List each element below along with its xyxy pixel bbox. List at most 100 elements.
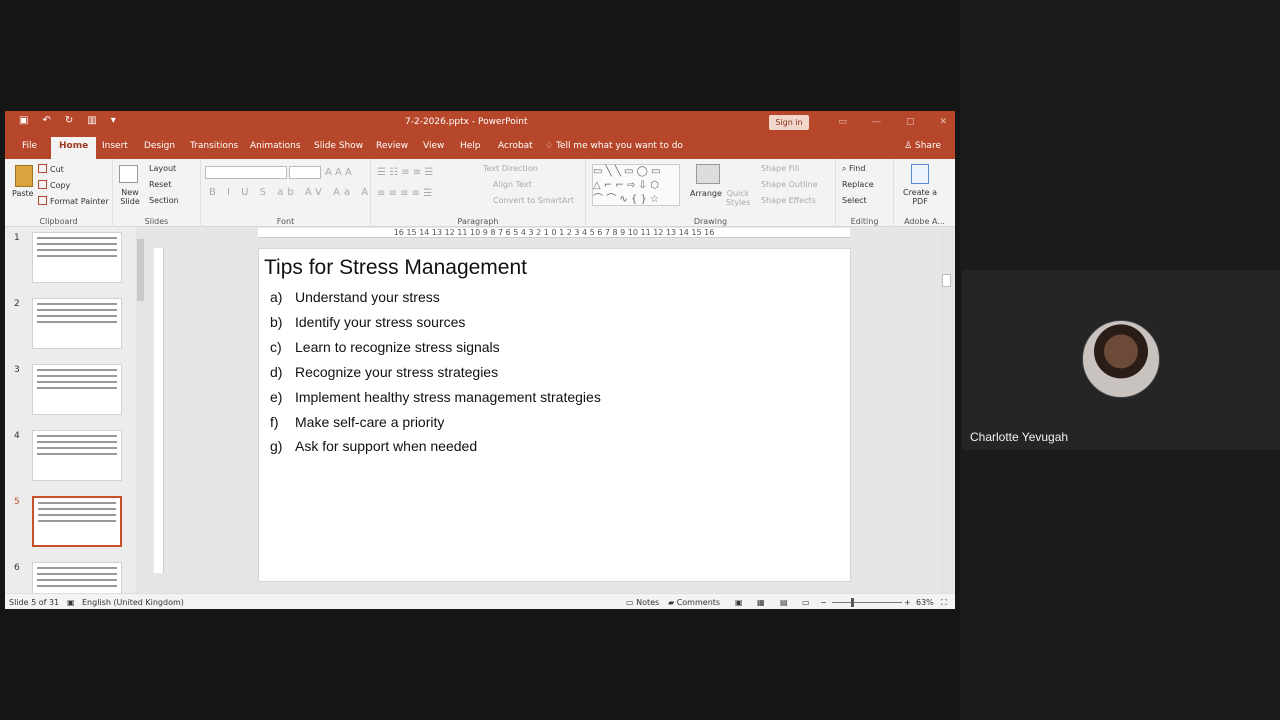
tell-me-search[interactable]: ♢ Tell me what you want to do xyxy=(545,141,683,151)
align-text-button[interactable]: Align Text xyxy=(493,180,532,189)
font-name-box[interactable] xyxy=(205,166,287,179)
thumbnail-slide-5[interactable] xyxy=(32,496,122,547)
align-icons[interactable]: ≡ ≡ ≡ ≡ ☰ xyxy=(377,188,432,199)
save-icon[interactable]: ▣ xyxy=(19,115,28,126)
tab-animations[interactable]: Animations xyxy=(250,141,301,151)
tab-home[interactable]: Home xyxy=(51,137,97,159)
font-style-icons[interactable]: B I U S ab AV Aa A xyxy=(209,187,372,198)
slideshow-view-icon[interactable]: ▭ xyxy=(802,598,810,607)
pdf-icon[interactable] xyxy=(911,164,929,184)
new-slide-button[interactable]: New Slide xyxy=(116,188,144,206)
replace-button[interactable]: Replace xyxy=(842,180,874,189)
zoom-slider-thumb[interactable] xyxy=(851,598,854,607)
slide-canvas[interactable]: Tips for Stress Management a) Understand … xyxy=(258,248,851,582)
bullet-text: Learn to recognize stress signals xyxy=(295,338,500,355)
tab-insert[interactable]: Insert xyxy=(102,141,128,151)
thumb-number: 3 xyxy=(14,365,20,375)
tell-me-label: Tell me what you want to do xyxy=(555,141,683,151)
find-button[interactable]: ⌕ Find xyxy=(842,164,865,174)
customize-icon[interactable]: ▾ xyxy=(111,115,116,126)
quick-access-toolbar: ▣ ↶ ↻ ▥ ▾ xyxy=(19,115,116,126)
tab-review[interactable]: Review xyxy=(376,141,408,151)
bullet-list[interactable]: a) Understand your stress b) Identify your… xyxy=(270,285,601,459)
bullet-text: Understand your stress xyxy=(295,289,440,305)
convert-smartart-button[interactable]: Convert to SmartArt xyxy=(493,196,574,205)
quick-styles-button[interactable]: Quick Styles xyxy=(726,189,750,207)
window-controls: ▭ — □ ✕ xyxy=(838,117,947,127)
text-direction-button[interactable]: Text Direction xyxy=(483,164,538,173)
zoom-level[interactable]: 63% xyxy=(916,598,934,607)
tab-transitions[interactable]: Transitions xyxy=(190,141,238,151)
layout-button[interactable]: Layout xyxy=(149,164,176,173)
font-size-box[interactable] xyxy=(289,166,321,179)
create-pdf-button[interactable]: Create a PDF xyxy=(899,188,941,206)
reading-view-icon[interactable]: ▤ xyxy=(780,598,788,607)
undo-icon[interactable]: ↶ xyxy=(42,115,50,126)
editor-scrollbar[interactable] xyxy=(941,227,953,593)
arrange-button[interactable]: Arrange xyxy=(690,189,722,198)
tab-design[interactable]: Design xyxy=(144,141,175,151)
drawing-label: Drawing xyxy=(693,217,728,226)
comments-button[interactable]: ▰ Comments xyxy=(668,598,720,607)
shape-outline-button[interactable]: Shape Outline xyxy=(761,180,818,189)
sign-in-button[interactable]: Sign in xyxy=(769,115,809,130)
fit-slide-icon[interactable]: ⛶ xyxy=(941,598,947,608)
tab-view[interactable]: View xyxy=(423,141,444,151)
slide-title[interactable]: Tips for Stress Management xyxy=(264,256,527,280)
select-button[interactable]: Select xyxy=(842,196,867,205)
adobe-label: Adobe A... xyxy=(904,217,945,226)
tab-slide-show[interactable]: Slide Show xyxy=(314,141,363,151)
shape-fill-button[interactable]: Shape Fill xyxy=(761,164,799,173)
cut-button[interactable]: Cut xyxy=(38,164,64,174)
tab-acrobat[interactable]: Acrobat xyxy=(498,141,533,151)
minimize-icon[interactable]: — xyxy=(872,117,881,127)
zoom-out-icon[interactable]: − xyxy=(820,598,827,607)
slide-thumbnails-pane[interactable]: 1 2 3 4 5 6 xyxy=(5,227,145,609)
copy-button[interactable]: Copy xyxy=(38,180,70,190)
meeting-stage: ▣ ↶ ↻ ▥ ▾ 7-2-2026.pptx - PowerPoint Sig… xyxy=(0,0,1280,720)
share-button[interactable]: ♙ Share xyxy=(904,141,941,151)
list-item: b) Identify your stress sources xyxy=(270,310,601,335)
language-indicator[interactable]: English (United Kingdom) xyxy=(82,598,184,607)
zoom-slider[interactable] xyxy=(832,602,902,603)
format-painter-button[interactable]: Format Painter xyxy=(38,196,109,206)
notes-button[interactable]: ▭ Notes xyxy=(626,598,659,607)
slide-sorter-icon[interactable]: ▦ xyxy=(757,598,765,607)
bullet-letter: e) xyxy=(270,388,283,405)
list-icons[interactable]: ☰ ☷ ≡ ≡ ☰ xyxy=(377,167,433,178)
section-button[interactable]: Section xyxy=(149,196,179,205)
paste-icon[interactable] xyxy=(15,165,33,187)
tab-file[interactable]: File xyxy=(22,141,37,151)
editing-group: ⌕ Find Replace Select Editing xyxy=(836,159,894,227)
zoom-in-icon[interactable]: + xyxy=(904,598,911,607)
tab-help[interactable]: Help xyxy=(460,141,481,151)
thumbnail-slide-1[interactable] xyxy=(32,232,122,283)
thumbnail-scrollbar[interactable] xyxy=(136,227,145,593)
shapes-gallery[interactable]: ▭ ╲ ╲ ▭ ◯ ▭ △ ⌐ ⌐ ⇨ ⇩ ⬡ ⌒ ⌒ ∿ { } ☆ xyxy=(592,164,680,206)
thumbnail-slide-2[interactable] xyxy=(32,298,122,349)
bullet-text: Ask for support when needed xyxy=(295,438,478,455)
reset-button[interactable]: Reset xyxy=(149,180,171,189)
ribbon-display-icon[interactable]: ▭ xyxy=(838,117,847,127)
paste-button[interactable]: Paste xyxy=(12,189,34,198)
bullet-text: Implement healthy stress management stra… xyxy=(295,388,601,405)
shape-effects-button[interactable]: Shape Effects xyxy=(761,196,816,205)
drawing-group: ▭ ╲ ╲ ▭ ◯ ▭ △ ⌐ ⌐ ⇨ ⇩ ⬡ ⌒ ⌒ ∿ { } ☆ Arrang… xyxy=(586,159,836,227)
font-size-icons[interactable]: A A A xyxy=(325,167,352,178)
participant-video xyxy=(1082,320,1160,398)
close-icon[interactable]: ✕ xyxy=(939,117,947,127)
scrollbar-thumb[interactable] xyxy=(942,274,951,287)
scrollbar-thumb[interactable] xyxy=(137,239,144,301)
participant-tile[interactable]: Charlotte Yevugah xyxy=(962,270,1280,450)
arrange-icon[interactable] xyxy=(696,164,720,184)
spellcheck-icon[interactable]: ▣ xyxy=(67,598,75,607)
present-icon[interactable]: ▥ xyxy=(87,115,96,126)
thumbnail-slide-3[interactable] xyxy=(32,364,122,415)
maximize-icon[interactable]: □ xyxy=(906,117,915,127)
redo-icon[interactable]: ↻ xyxy=(65,115,73,126)
new-slide-icon[interactable] xyxy=(119,165,138,183)
thumbnail-slide-4[interactable] xyxy=(32,430,122,481)
normal-view-icon[interactable]: ▣ xyxy=(735,598,743,607)
magnifier-icon: ⌕ xyxy=(842,164,850,173)
editing-label: Editing xyxy=(850,217,879,226)
